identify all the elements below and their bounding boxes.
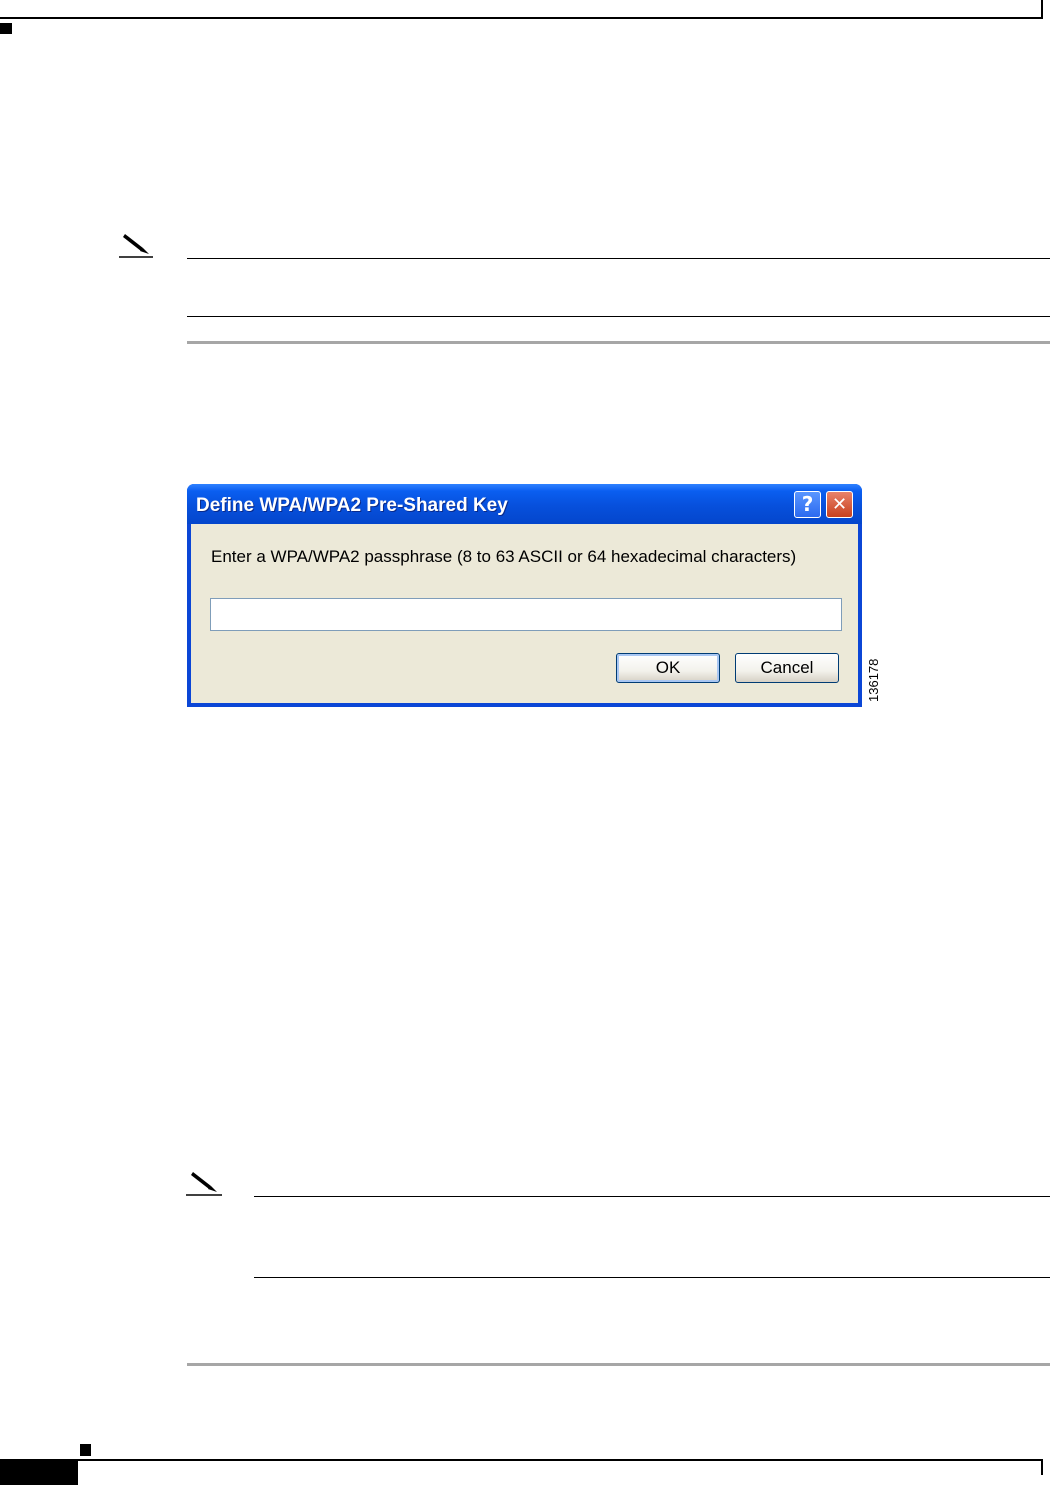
footer-rule-tick — [1041, 1459, 1043, 1475]
section-divider — [187, 341, 1050, 344]
dialog-title: Define WPA/WPA2 Pre-Shared Key — [196, 495, 508, 516]
footer-rule — [0, 1459, 1043, 1461]
footer-marker — [80, 1444, 91, 1456]
passphrase-input[interactable] — [210, 598, 842, 631]
header-rule — [0, 17, 1043, 19]
note-top-rule — [187, 258, 1050, 259]
cancel-button[interactable]: Cancel — [735, 653, 839, 683]
ok-button[interactable]: OK — [616, 653, 720, 683]
pencil-note-icon — [186, 1172, 222, 1196]
section-divider — [187, 1363, 1050, 1366]
help-icon[interactable]: ? — [794, 491, 821, 518]
dialog-titlebar: Define WPA/WPA2 Pre-Shared Key ? ✕ — [187, 484, 862, 524]
pencil-note-icon — [119, 234, 153, 258]
header-marker — [0, 23, 12, 34]
note-bottom-rule — [254, 1277, 1050, 1278]
close-icon[interactable]: ✕ — [826, 491, 853, 518]
note-top-rule — [254, 1196, 1050, 1197]
dialog-body: Enter a WPA/WPA2 passphrase (8 to 63 ASC… — [191, 524, 858, 703]
figure-number: 136178 — [866, 658, 881, 702]
note-bottom-rule — [187, 316, 1050, 317]
header-rule-tick — [1041, 0, 1043, 19]
footer-page-tab — [0, 1461, 78, 1485]
passphrase-prompt: Enter a WPA/WPA2 passphrase (8 to 63 ASC… — [211, 547, 797, 566]
psk-dialog: Define WPA/WPA2 Pre-Shared Key ? ✕ Enter… — [187, 484, 862, 707]
